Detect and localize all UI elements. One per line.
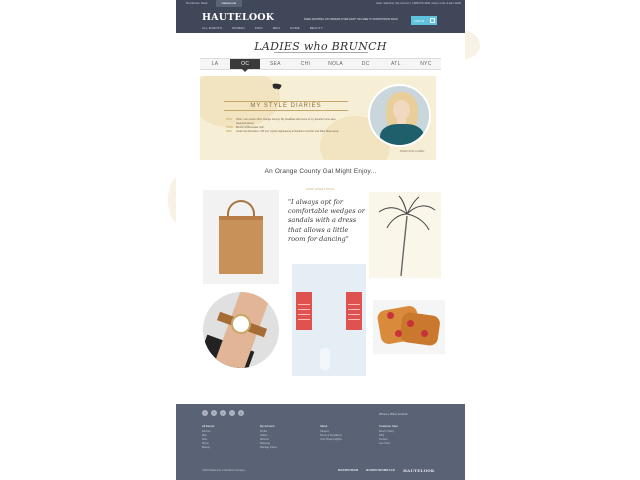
footer-column: All Events Women Men Kids Home Beauty <box>202 424 214 451</box>
section-title: An Orange County Gal Might Enjoy... <box>264 168 377 175</box>
french-toast-image[interactable] <box>373 300 445 354</box>
style-diaries-banner[interactable]: MY STYLE DIARIES MON Hello, I am Lauren … <box>200 76 436 160</box>
tab-la[interactable]: LA <box>200 59 230 69</box>
social-links: f t p i g <box>202 410 244 416</box>
shipping-promo: FREE SHIPPING ON ORDERS OVER $100* OR FR… <box>304 18 399 21</box>
footer-link[interactable]: Live Chat <box>379 442 398 446</box>
utility-bar: Nordstrom Rack HauteLook Hello, Valentin… <box>176 0 465 7</box>
tab-nola[interactable]: NOLA <box>321 59 351 69</box>
diary-item[interactable]: MON Hello, I am Lauren from Orange Count… <box>226 118 344 126</box>
shopping-bag-icon <box>430 18 435 23</box>
nav-item-beauty[interactable]: BEAUTY <box>310 26 323 30</box>
nav-item-men[interactable]: MEN <box>273 26 280 30</box>
diary-day: MON <box>226 118 232 121</box>
tab-chi[interactable]: CHI <box>290 59 320 69</box>
instagram-icon[interactable]: i <box>229 410 235 416</box>
site-header: HAUTELOOK FREE SHIPPING ON ORDERS OVER $… <box>176 7 465 33</box>
footer-column: Customer Care Return Policy FAQ Contact … <box>379 424 398 446</box>
tab-atl[interactable]: ATL <box>381 59 411 69</box>
tab-sea[interactable]: SEA <box>260 59 290 69</box>
diary-text: Under the Mermaid + VIP tour | Quick sig… <box>236 130 339 133</box>
nav-item-women[interactable]: WOMEN <box>232 26 245 30</box>
footer-link[interactable]: Manage Invites <box>260 446 277 450</box>
us-map-icon <box>272 83 282 90</box>
main-nav: ALL EVENTS WOMEN KIDS MEN HOME BEAUTY <box>202 26 323 30</box>
hautelook-logo[interactable]: HAUTELOOK <box>202 12 274 23</box>
diary-text: Hello, I am Lauren from Orange County. M… <box>236 118 336 125</box>
footer-heading[interactable]: My Account <box>260 424 277 428</box>
tab-nyc[interactable]: NYC <box>411 59 441 69</box>
nav-item-all-events[interactable]: ALL EVENTS <box>202 26 222 30</box>
copyright: ©2016 HauteLook, A Nordstrom Company <box>202 470 245 472</box>
diary-list: MON Hello, I am Lauren from Orange Count… <box>226 118 344 134</box>
footer-link[interactable]: Beauty <box>202 446 214 450</box>
tab-oc[interactable]: OC <box>230 59 261 72</box>
footer-link[interactable]: Your Privacy Rights <box>320 438 342 442</box>
footer-column: My Account Profile Orders Returns Shippi… <box>260 424 277 451</box>
footer-brands: NORDSTROM NORDSTROMRACK HAUTELOOK <box>338 468 435 473</box>
nordstrom-logo[interactable]: NORDSTROM <box>338 468 358 473</box>
city-tabs: LA OC SEA CHI NOLA DC ATL NYC <box>200 58 441 72</box>
site-tab-hautelook[interactable]: HauteLook <box>215 0 243 7</box>
footer-column: About Careers Terms & Conditions Your Pr… <box>320 424 342 442</box>
diary-item[interactable]: WED Under the Mermaid + VIP tour | Quick… <box>226 130 344 134</box>
twitter-icon[interactable]: t <box>211 410 217 416</box>
palm-tree-illustration <box>369 192 441 278</box>
nav-item-kids[interactable]: KIDS <box>255 26 263 30</box>
footer-heading[interactable]: About <box>320 424 342 428</box>
nordstrom-rack-logo[interactable]: NORDSTROMRACK <box>366 468 395 473</box>
footer-heading[interactable]: Customer Care <box>379 424 398 428</box>
login-button[interactable]: LOG IN <box>411 16 437 25</box>
utility-links[interactable]: Hello, Valentina | My Account | 1-888-97… <box>376 2 461 5</box>
portrait-credit[interactable]: MORE FROM LAUREN <box>400 151 424 153</box>
google-plus-icon[interactable]: g <box>238 410 244 416</box>
pinterest-icon[interactable]: p <box>220 410 226 416</box>
tab-dc[interactable]: DC <box>351 59 381 69</box>
app-links[interactable]: iPhone | iPad | Android <box>379 412 407 416</box>
site-tab-nordstrom-rack[interactable]: Nordstrom Rack <box>180 0 214 7</box>
tote-bag-image[interactable] <box>203 190 279 284</box>
facebook-icon[interactable]: f <box>202 410 208 416</box>
site-footer: f t p i g iPhone | iPad | Android All Ev… <box>176 404 465 480</box>
diary-day: WED <box>226 130 232 133</box>
hero-title: MY STYLE DIARIES <box>224 101 348 111</box>
nav-item-home[interactable]: HOME <box>290 26 300 30</box>
page: Nordstrom Rack HauteLook Hello, Valentin… <box>176 0 465 480</box>
watch-image[interactable] <box>203 292 279 368</box>
hautelook-footer-logo[interactable]: HAUTELOOK <box>403 468 434 473</box>
footer-heading[interactable]: All Events <box>202 424 214 428</box>
handwritten-quote: "I always opt for comfortable wedges or … <box>288 198 365 243</box>
title-underline <box>274 52 368 53</box>
login-label: LOG IN <box>414 18 425 23</box>
red-shutters-image[interactable] <box>292 264 366 376</box>
blogger-portrait <box>368 84 431 147</box>
